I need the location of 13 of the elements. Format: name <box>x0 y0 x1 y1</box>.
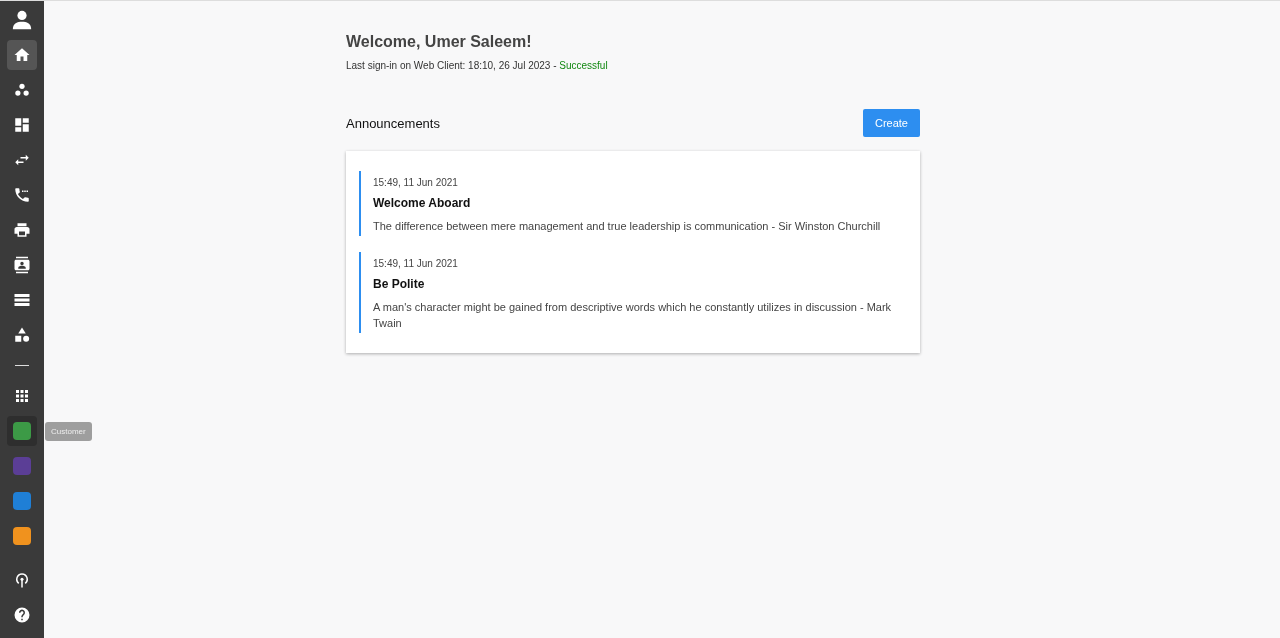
welcome-title: Welcome, Umer Saleem! <box>346 33 533 51</box>
last-signin-text: Last sign-in on Web Client: 18:10, 26 Jul 2023 - Successful <box>346 60 609 71</box>
create-button[interactable]: Create <box>862 109 920 137</box>
announcements-title: Announcements <box>346 115 440 131</box>
announcement-body: The difference between mere management and true leadership is communication - Sir Winston Churchill <box>373 219 882 234</box>
announcement-title: Welcome Aboard <box>373 196 472 210</box>
announcement-body: A man's character might be gained from descriptive words which he constantly utilizes in discussion - Mark Twain <box>373 300 893 331</box>
announcement-time: 15:49, 11 Jun 2021 <box>373 177 459 188</box>
announcement-time: 15:49, 11 Jun 2021 <box>373 258 459 269</box>
announcement-title: Be Polite <box>373 277 426 291</box>
app-tile-icon[interactable] <box>7 416 37 446</box>
home-icon[interactable] <box>7 40 37 70</box>
tooltip: Customer <box>45 422 92 441</box>
